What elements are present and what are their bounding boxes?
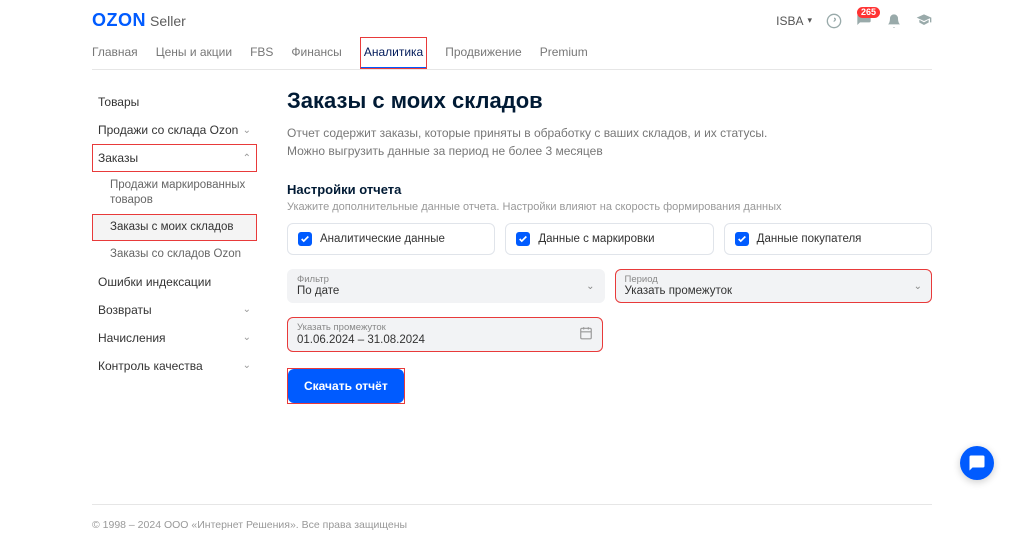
chevron-up-icon: ⌃	[243, 153, 251, 164]
chevron-down-icon: ⌄	[586, 281, 594, 292]
user-menu[interactable]: ISBA ▾	[776, 14, 812, 28]
tab-prices[interactable]: Цены и акции	[156, 37, 232, 69]
tab-promotion[interactable]: Продвижение	[445, 37, 522, 69]
checkbox-icon	[298, 232, 312, 246]
date-range-picker[interactable]: Указать промежуток 01.06.2024 – 31.08.20…	[287, 317, 603, 351]
period-select[interactable]: Период Указать промежуток ⌄	[615, 269, 933, 303]
main-content: Заказы с моих складов Отчет содержит зак…	[287, 88, 932, 404]
date-range-value: 01.06.2024 – 31.08.2024	[297, 334, 425, 346]
notification-badge: 265	[857, 7, 880, 19]
chevron-down-icon: ▾	[807, 15, 812, 26]
checkbox-buyer-data[interactable]: Данные покупателя	[724, 223, 932, 255]
filter-label: Фильтр	[297, 275, 339, 285]
sidebar-item-index-errors[interactable]: Ошибки индексации	[92, 268, 257, 296]
checkbox-icon	[516, 232, 530, 246]
logo-seller: Seller	[150, 13, 186, 29]
notifications-icon[interactable]: 265	[856, 13, 872, 29]
sidebar-item-orders[interactable]: Заказы ⌃	[92, 144, 257, 172]
graduation-icon[interactable]	[916, 13, 932, 29]
sidebar-sub-marked-sales[interactable]: Продажи маркированных товаров	[92, 172, 257, 214]
chevron-down-icon: ⌄	[243, 360, 251, 371]
tab-finance[interactable]: Финансы	[291, 37, 341, 69]
chevron-down-icon: ⌄	[914, 281, 922, 292]
tab-fbs[interactable]: FBS	[250, 37, 273, 69]
download-report-button[interactable]: Скачать отчёт	[288, 369, 404, 403]
sidebar-item-sales-ozon[interactable]: Продажи со склада Ozon ⌄	[92, 116, 257, 144]
checkbox-icon	[735, 232, 749, 246]
sidebar: Товары Продажи со склада Ozon ⌄ Заказы ⌃…	[92, 88, 257, 404]
tab-analytics[interactable]: Аналитика	[360, 37, 427, 69]
tab-main[interactable]: Главная	[92, 37, 138, 69]
period-label: Период	[625, 275, 733, 285]
sidebar-sub-my-warehouses[interactable]: Заказы с моих складов	[92, 214, 257, 241]
main-tabs: Главная Цены и акции FBS Финансы Аналити…	[92, 37, 932, 70]
date-range-label: Указать промежуток	[297, 323, 425, 333]
period-value: Указать промежуток	[625, 285, 733, 297]
checkbox-analytics-data[interactable]: Аналитические данные	[287, 223, 495, 255]
sidebar-item-returns[interactable]: Возвраты ⌄	[92, 296, 257, 324]
user-name: ISBA	[776, 14, 803, 28]
tab-premium[interactable]: Premium	[540, 37, 588, 69]
sidebar-item-accruals[interactable]: Начисления ⌄	[92, 324, 257, 352]
page-description: Отчет содержит заказы, которые приняты в…	[287, 124, 807, 160]
footer-text: © 1998 – 2024 ООО «Интернет Решения». Вс…	[92, 519, 932, 551]
settings-description: Укажите дополнительные данные отчета. На…	[287, 201, 932, 213]
sidebar-item-products[interactable]: Товары	[92, 88, 257, 116]
chevron-down-icon: ⌄	[243, 125, 251, 136]
logo[interactable]: OZON Seller	[92, 10, 186, 31]
chat-fab[interactable]	[960, 446, 994, 480]
settings-heading: Настройки отчета	[287, 182, 932, 197]
help-icon[interactable]	[826, 13, 842, 29]
sidebar-sub-ozon-warehouses[interactable]: Заказы со складов Ozon	[92, 241, 257, 268]
checkbox-marking-data[interactable]: Данные с маркировки	[505, 223, 713, 255]
calendar-icon	[579, 326, 593, 343]
chevron-down-icon: ⌄	[243, 304, 251, 315]
page-title: Заказы с моих складов	[287, 88, 932, 114]
chevron-down-icon: ⌄	[243, 332, 251, 343]
bell-icon[interactable]	[886, 13, 902, 29]
logo-ozon: OZON	[92, 10, 146, 31]
filter-value: По дате	[297, 285, 339, 297]
filter-select[interactable]: Фильтр По дате ⌄	[287, 269, 605, 303]
sidebar-item-quality[interactable]: Контроль качества ⌄	[92, 352, 257, 380]
